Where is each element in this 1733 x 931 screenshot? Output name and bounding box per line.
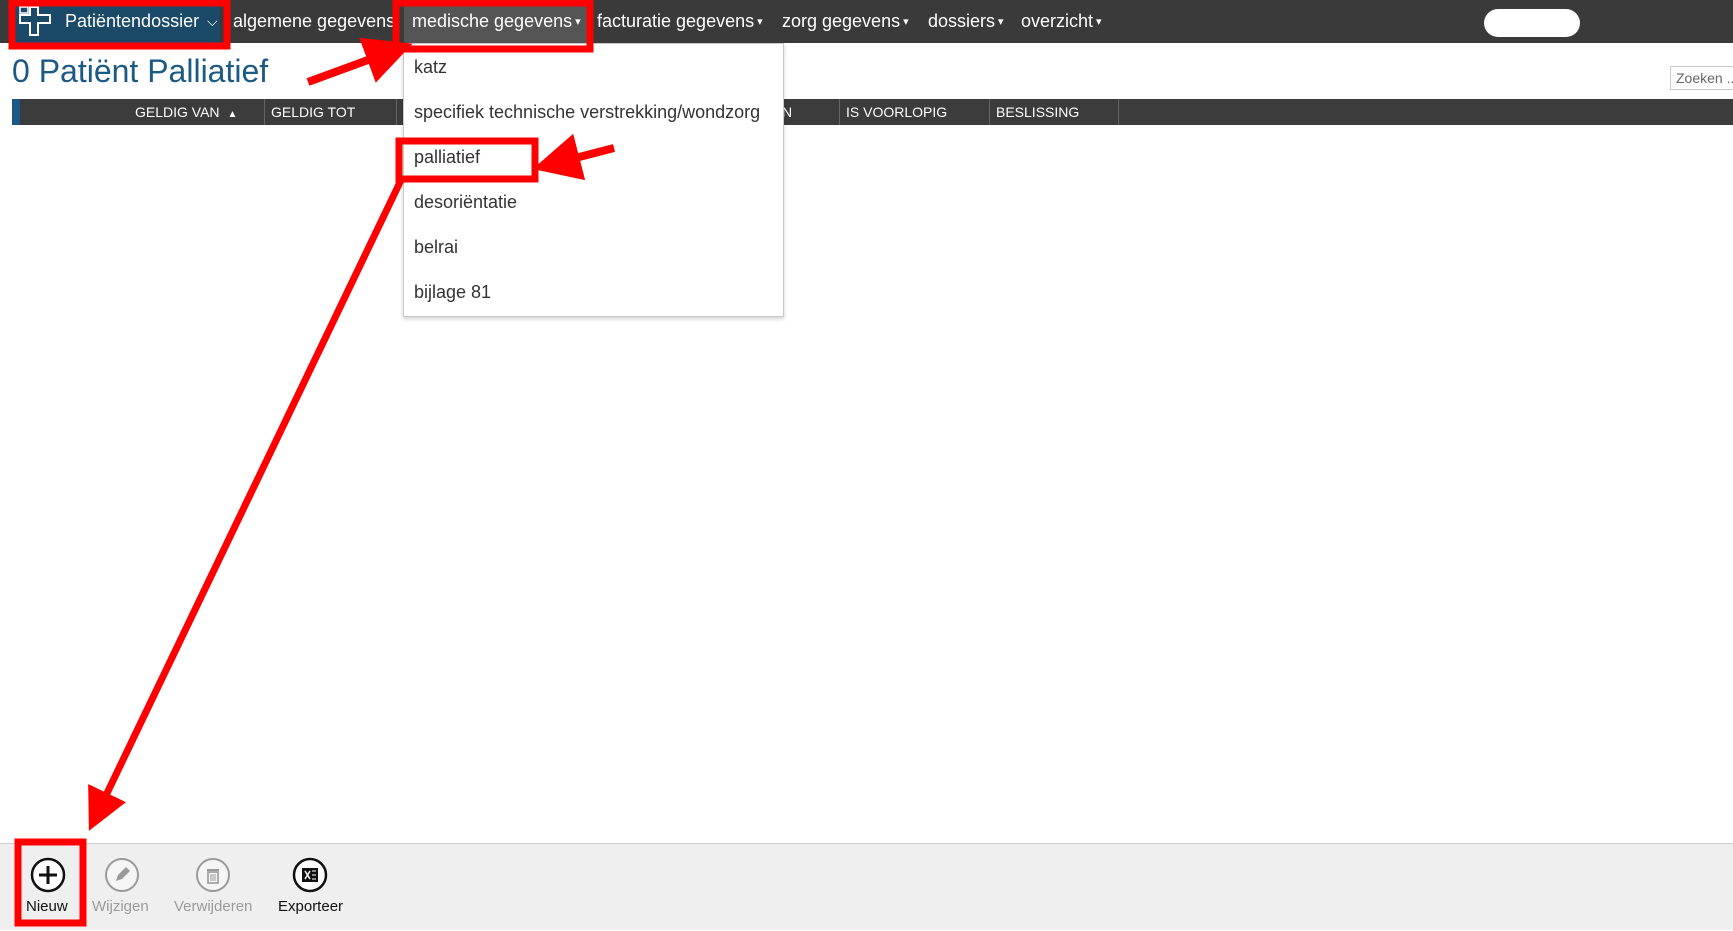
caret-down-icon: ▾ [1096, 16, 1102, 28]
top-navigation-bar: Patiëntendossier ⌵ algemene gegevens med… [0, 0, 1733, 43]
nav-label: medische gegevens [412, 11, 573, 31]
delete-button[interactable]: Verwijderen [174, 844, 258, 931]
nav-label: zorg gegevens [782, 11, 901, 31]
column-label: GELDIG TOT [271, 104, 356, 120]
column-header-is-voorlopig[interactable]: IS VOORLOPIG [846, 99, 947, 125]
column-label: GELDIG VAN [135, 104, 220, 120]
nav-algemene-gegevens[interactable]: algemene gegevens [233, 0, 395, 43]
menu-item-belrai[interactable]: belrai [414, 237, 458, 258]
caret-down-icon: ▾ [757, 16, 763, 28]
chevron-down-icon: ⌵ [207, 13, 218, 29]
nav-label: facturatie gegevens [597, 11, 755, 31]
menu-item-specifiek-technische-verstrekking[interactable]: specifiek technische verstrekking/wondzo… [414, 102, 760, 123]
column-header-geldig-van[interactable]: GELDIG VAN ▲ [135, 99, 237, 125]
table-header-accent [12, 99, 20, 125]
column-divider [264, 99, 265, 125]
pencil-circle-icon [105, 858, 139, 892]
plus-circle-icon [30, 857, 66, 893]
column-divider [989, 99, 990, 125]
sort-ascending-icon: ▲ [227, 109, 238, 120]
tool-label: Nieuw [26, 898, 68, 915]
column-divider [839, 99, 840, 125]
column-divider [1118, 99, 1119, 125]
medische-gegevens-dropdown: katz specifiek technische verstrekking/w… [403, 43, 784, 317]
search-input[interactable]: Zoeken ... [1670, 66, 1733, 90]
tool-label: Verwijderen [174, 898, 253, 915]
menu-item-palliatief[interactable]: palliatief [414, 147, 480, 168]
nav-label: algemene gegevens [233, 11, 396, 31]
tool-label: Wijzigen [92, 898, 149, 915]
nav-medische-gegevens[interactable]: medische gegevens ▾ [404, 0, 589, 43]
brand-label: Patiëntendossier [65, 11, 200, 31]
menu-item-desorientatie[interactable]: desoriëntatie [414, 192, 517, 213]
excel-circle-icon [292, 857, 328, 893]
arrow-to-nieuw [88, 176, 406, 831]
column-label: BESLISSING [996, 104, 1080, 120]
user-pill-button[interactable] [1484, 9, 1580, 37]
nav-label: overzicht [1021, 11, 1094, 31]
export-button[interactable]: Exporteer [276, 844, 346, 931]
caret-down-icon: ▾ [903, 16, 909, 28]
bottom-toolbar: Nieuw Wijzigen Verwijderen Exporteer [0, 843, 1733, 930]
nav-overzicht[interactable]: overzicht ▾ [1021, 0, 1102, 43]
new-button[interactable]: Nieuw [20, 844, 76, 931]
page-title: 0 Patiënt Palliatief [12, 53, 269, 89]
arrow-to-medische-gegevens [306, 37, 413, 86]
menu-item-bijlage-81[interactable]: bijlage 81 [414, 282, 491, 303]
patientendossier-menu[interactable]: Patiëntendossier ⌵ [10, 0, 220, 43]
column-label: IS VOORLOPIG [846, 104, 948, 120]
nav-facturatie-gegevens[interactable]: facturatie gegevens ▾ [597, 0, 763, 43]
column-header-geldig-tot[interactable]: GELDIG TOT [271, 99, 355, 125]
annotation-overlay [8, 0, 616, 927]
column-header-beslissing[interactable]: BESLISSING [996, 99, 1079, 125]
table-header: GELDIG VAN ▲ GELDIG TOT N IS VOORLOPIG B… [12, 99, 1733, 125]
caret-down-icon: ▾ [998, 16, 1004, 28]
menu-item-katz[interactable]: katz [414, 57, 447, 78]
nav-dossiers[interactable]: dossiers ▾ [928, 0, 1004, 43]
tool-label: Exporteer [278, 898, 344, 915]
nav-label: dossiers [928, 11, 996, 31]
column-divider [396, 99, 397, 125]
nav-zorg-gegevens[interactable]: zorg gegevens ▾ [782, 0, 909, 43]
trash-circle-icon [196, 858, 230, 892]
medical-cross-logo-icon [19, 6, 51, 36]
caret-down-icon: ▾ [575, 16, 581, 28]
edit-button[interactable]: Wijzigen [92, 844, 152, 931]
